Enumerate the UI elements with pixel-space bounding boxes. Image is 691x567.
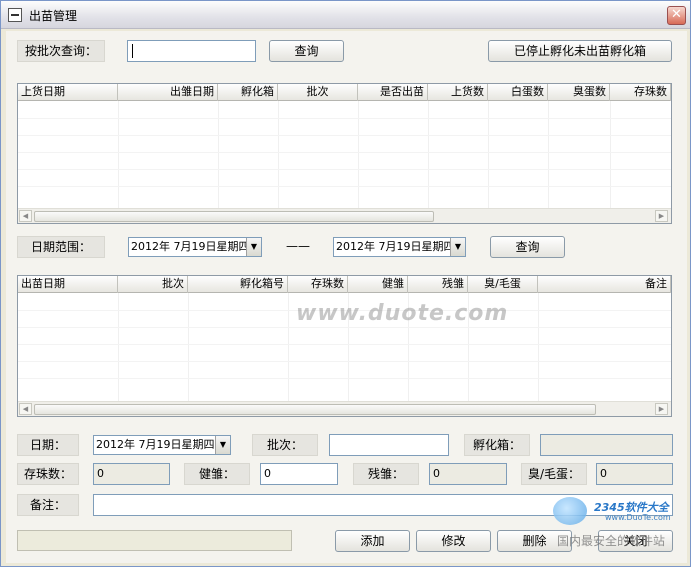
text-caret — [132, 44, 133, 58]
grid1-col-batch[interactable]: 批次 — [278, 84, 358, 101]
grid-line — [18, 344, 671, 345]
grid1-col-hatched[interactable]: 是否出苗 — [358, 84, 428, 101]
batch-input[interactable] — [329, 434, 449, 456]
grid1-col-incubator[interactable]: 孵化箱 — [218, 84, 278, 101]
grid2-col-hatch-date[interactable]: 出苗日期 — [18, 276, 118, 293]
scroll-thumb[interactable] — [34, 404, 596, 415]
window-title: 出苗管理 — [29, 9, 78, 23]
date-from-picker[interactable]: 2012年 7月19日星期四 ▼ — [128, 237, 262, 257]
batch-label: 批次： — [252, 434, 318, 456]
bad-eggs-input[interactable]: 0 — [596, 463, 673, 485]
content-panel: 按批次查询： 查询 已停止孵化未出苗孵化箱 上货日期 出雏日期 孵化箱 批次 是… — [6, 31, 687, 563]
stopped-incubator-button[interactable]: 已停止孵化未出苗孵化箱 — [488, 40, 672, 62]
close-icon[interactable]: ✕ — [667, 6, 686, 25]
scroll-left-icon[interactable]: ◀ — [19, 403, 32, 415]
grid2-col-healthy[interactable]: 健雏 — [348, 276, 408, 293]
grid1-col-ship-date[interactable]: 上货日期 — [18, 84, 118, 101]
chevron-down-icon[interactable]: ▼ — [246, 238, 261, 256]
edit-button[interactable]: 修改 — [416, 530, 491, 552]
date-value: 2012年 7月19日星期四 — [96, 438, 215, 451]
date-query-button[interactable]: 查询 — [490, 236, 565, 258]
date-to-picker[interactable]: 2012年 7月19日星期四 ▼ — [333, 237, 466, 257]
watermark-site: www.DuoTe.com — [605, 513, 671, 522]
chevron-down-icon[interactable]: ▼ — [450, 238, 465, 256]
date-picker[interactable]: 2012年 7月19日星期四 ▼ — [93, 435, 231, 455]
batch-query-button[interactable]: 查询 — [269, 40, 344, 62]
hatch-grid-header: 出苗日期 批次 孵化箱号 存珠数 健雏 残雏 臭/毛蛋 备注 — [18, 276, 671, 293]
grid-line — [18, 378, 671, 379]
watermark-center: www.duote.com — [296, 301, 509, 326]
scroll-thumb[interactable] — [34, 211, 434, 222]
grid2-col-incubator-no[interactable]: 孵化箱号 — [188, 276, 288, 293]
grid-line — [18, 327, 671, 328]
date-from-value: 2012年 7月19日星期四 — [131, 240, 250, 253]
incubator-input[interactable] — [540, 434, 673, 456]
date-to-value: 2012年 7月19日星期四 — [336, 240, 455, 253]
grid2-col-remark[interactable]: 备注 — [538, 276, 671, 293]
weak-input[interactable]: 0 — [429, 463, 507, 485]
window-menu-icon[interactable] — [8, 8, 22, 22]
grid-line — [18, 186, 671, 187]
hatch-grid-hscrollbar[interactable]: ◀ ▶ — [18, 401, 671, 416]
healthy-label: 健雏： — [184, 463, 250, 485]
grid1-col-ship-count[interactable]: 上货数 — [428, 84, 488, 101]
grid2-col-batch[interactable]: 批次 — [118, 276, 188, 293]
hatch-grid[interactable]: 出苗日期 批次 孵化箱号 存珠数 健雏 残雏 臭/毛蛋 备注 ◀ ▶ — [17, 275, 672, 417]
grid2-col-weak[interactable]: 残雏 — [408, 276, 468, 293]
grid-line — [18, 118, 671, 119]
scroll-right-icon[interactable]: ▶ — [655, 210, 668, 222]
chevron-down-icon[interactable]: ▼ — [215, 436, 230, 454]
batch-query-input[interactable] — [127, 40, 256, 62]
stock-input[interactable]: 0 — [93, 463, 170, 485]
grid-line — [18, 361, 671, 362]
grid1-col-hatch-date[interactable]: 出雏日期 — [118, 84, 218, 101]
grid-line — [18, 135, 671, 136]
status-bar — [17, 530, 292, 551]
shipment-grid-hscrollbar[interactable]: ◀ ▶ — [18, 208, 671, 223]
grid2-col-stock[interactable]: 存珠数 — [288, 276, 348, 293]
shipment-grid-header: 上货日期 出雏日期 孵化箱 批次 是否出苗 上货数 白蛋数 臭蛋数 存珠数 — [18, 84, 671, 101]
scroll-right-icon[interactable]: ▶ — [655, 403, 668, 415]
batch-query-label: 按批次查询： — [17, 40, 105, 62]
watermark-slogan: 国内最安全的软件站 — [557, 534, 666, 548]
remark-label: 备注： — [17, 494, 79, 516]
weak-label: 残雏： — [353, 463, 419, 485]
main-window: 出苗管理 ✕ 按批次查询： 查询 已停止孵化未出苗孵化箱 上货日期 出雏日期 孵… — [0, 0, 691, 567]
watermark-mascot-icon — [553, 497, 587, 525]
date-label: 日期： — [17, 434, 79, 456]
grid1-col-white-eggs[interactable]: 白蛋数 — [488, 84, 548, 101]
date-range-separator: —— — [286, 239, 310, 253]
grid1-col-bad-eggs[interactable]: 臭蛋数 — [548, 84, 610, 101]
shipment-grid[interactable]: 上货日期 出雏日期 孵化箱 批次 是否出苗 上货数 白蛋数 臭蛋数 存珠数 ◀ … — [17, 83, 672, 224]
date-range-label: 日期范围： — [17, 236, 105, 258]
grid-line — [18, 152, 671, 153]
grid2-col-bad-eggs[interactable]: 臭/毛蛋 — [468, 276, 538, 293]
grid-line — [18, 169, 671, 170]
title-bar[interactable]: 出苗管理 ✕ — [1, 1, 690, 29]
bad-eggs-label: 臭/毛蛋： — [521, 463, 587, 485]
stock-label: 存珠数： — [17, 463, 79, 485]
healthy-input[interactable]: 0 — [260, 463, 338, 485]
grid1-col-stock[interactable]: 存珠数 — [610, 84, 671, 101]
add-button[interactable]: 添加 — [335, 530, 410, 552]
scroll-left-icon[interactable]: ◀ — [19, 210, 32, 222]
incubator-label: 孵化箱： — [464, 434, 530, 456]
